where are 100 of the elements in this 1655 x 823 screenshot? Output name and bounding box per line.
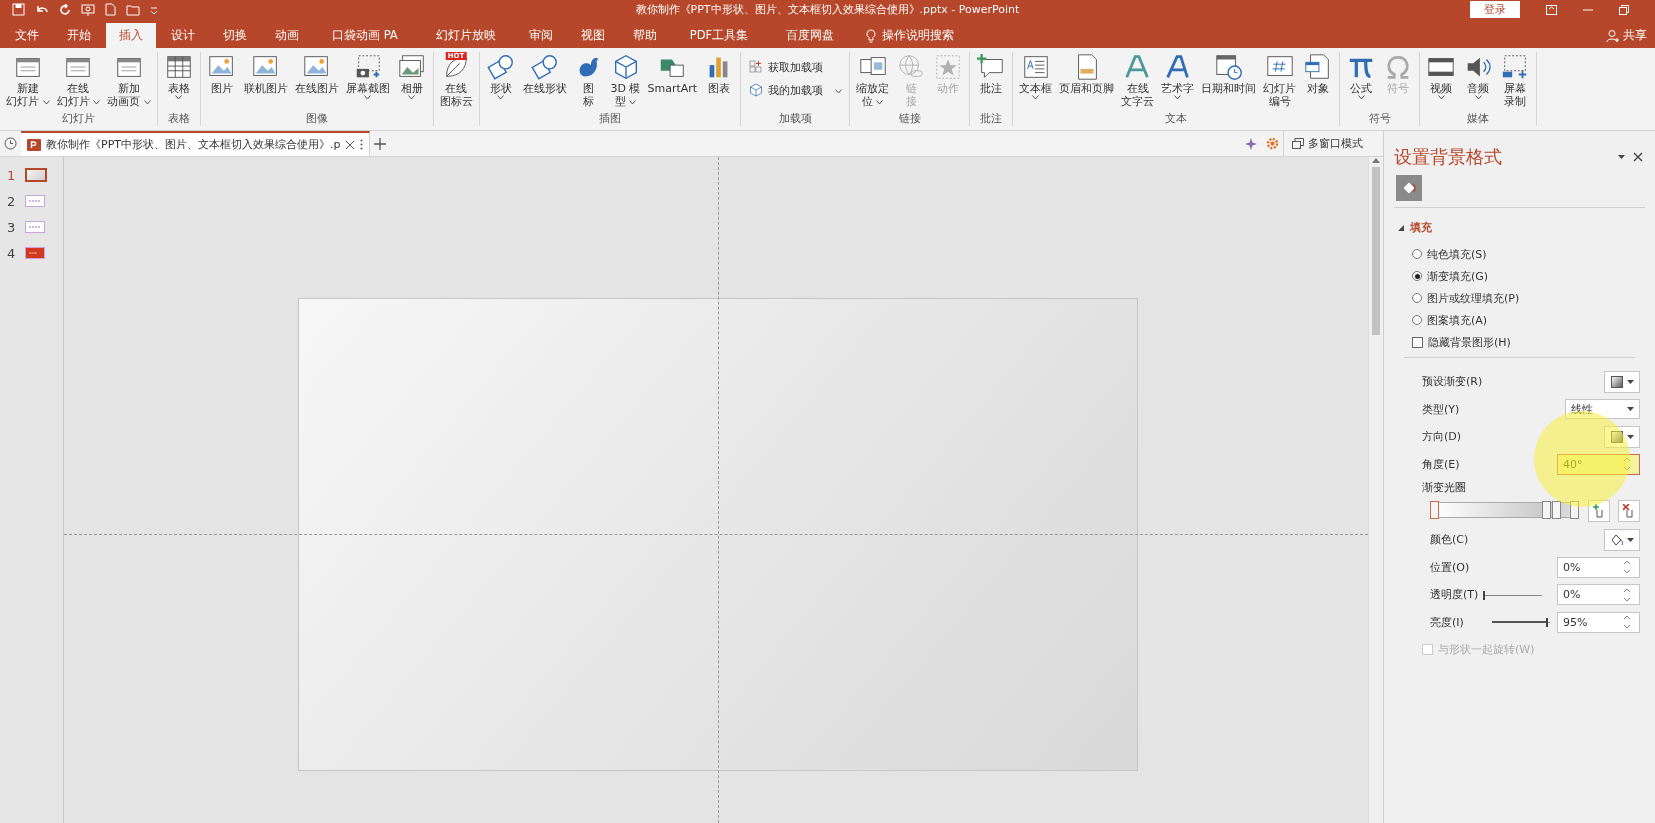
spin-field[interactable]: 0%	[1557, 584, 1640, 606]
slide-thumbnail[interactable]	[25, 195, 45, 207]
gradient-stop[interactable]	[1430, 501, 1439, 519]
ribbon-display-icon[interactable]	[1546, 4, 1557, 15]
menu-tab[interactable]: 文件	[2, 23, 52, 48]
preset-gradient-button[interactable]	[1604, 370, 1640, 393]
dropdown-arrow-icon	[1626, 537, 1634, 542]
ribbon-command[interactable]: 图片	[203, 52, 240, 95]
checkbox[interactable]	[1412, 336, 1423, 348]
ribbon-command[interactable]: 获取加载项	[744, 56, 828, 78]
minimize-icon[interactable]	[1583, 8, 1593, 11]
multi-window-button[interactable]: 多窗口模式	[1283, 131, 1371, 156]
spin-field[interactable]: 0%	[1557, 556, 1640, 578]
ribbon-command[interactable]: 艺术字	[1158, 52, 1198, 100]
scrollbar-thumb[interactable]	[1372, 167, 1380, 335]
login-button[interactable]: 登录	[1470, 1, 1520, 18]
radio-option[interactable]: 图案填充(A)	[1412, 313, 1488, 327]
ribbon-command[interactable]: 页眉和页脚	[1056, 52, 1118, 95]
shapes-icon	[485, 52, 516, 82]
gradient-stop[interactable]	[1551, 501, 1561, 519]
ribbon-command[interactable]: SmartArt	[644, 52, 701, 95]
ribbon-command[interactable]: 屏幕截图	[342, 52, 393, 100]
group-label: 加载项	[777, 112, 813, 126]
menu-tab[interactable]: PDF工具集	[671, 23, 767, 48]
radio-option[interactable]: 纯色填充(S)	[1412, 247, 1487, 261]
type-select[interactable]: 线性	[1565, 399, 1640, 420]
slide-number: 3	[7, 219, 17, 235]
ribbon-command[interactable]: 相册	[393, 52, 430, 100]
ribbon-command[interactable]: 3D 模 型	[607, 52, 644, 108]
radio-option[interactable]: 渐变填充(G)	[1412, 269, 1489, 283]
menu-tab[interactable]: 设计	[158, 23, 208, 48]
presentation-icon	[81, 3, 95, 16]
fill-tab[interactable]	[1396, 175, 1422, 201]
group-label: 文本	[1164, 112, 1189, 126]
share-button[interactable]: 共享	[1600, 23, 1655, 48]
ribbon-command[interactable]: 图表	[701, 52, 738, 95]
shapes-icon	[529, 52, 560, 82]
ribbon-command[interactable]: 在线 文字云	[1118, 52, 1158, 108]
ribbon-command[interactable]: 缩放定 位	[853, 52, 893, 108]
menu-tab[interactable]: 幻灯片放映	[417, 23, 514, 48]
section-header[interactable]: 填充	[1398, 220, 1432, 235]
radio-circle[interactable]	[1412, 293, 1422, 303]
remove-stop-button[interactable]	[1618, 500, 1640, 522]
direction-button[interactable]	[1604, 425, 1640, 448]
menu-tab[interactable]: 审阅	[515, 23, 566, 48]
ribbon-command[interactable]: 文本框	[1016, 52, 1056, 100]
slide-number: 4	[7, 245, 17, 261]
ribbon-command[interactable]: 公式	[1343, 52, 1380, 100]
ribbon-command[interactable]: 屏幕 录制	[1497, 52, 1534, 108]
ribbon-command[interactable]: 视频	[1423, 52, 1460, 100]
slide-thumbnail[interactable]	[25, 247, 45, 259]
ribbon-command[interactable]: 音频	[1460, 52, 1497, 100]
group-label: 链接	[897, 112, 922, 126]
document-tab[interactable]: 教你制作《PPT中形状、图片、文本框切入效果综合使用》.p	[21, 131, 371, 156]
ribbon-command[interactable]: 日期和时间	[1198, 52, 1260, 95]
slide-thumbnail[interactable]	[25, 221, 45, 233]
menu-tab[interactable]: 视图	[567, 23, 618, 48]
menu-tab[interactable]: 帮助	[619, 23, 670, 48]
menu-tab[interactable]: 开始	[54, 23, 104, 48]
menu-tab[interactable]: 插入	[106, 23, 156, 48]
radio-circle[interactable]	[1412, 249, 1422, 259]
group-label: 媒体	[1466, 112, 1491, 126]
menu-tab[interactable]: 百度网盘	[768, 23, 853, 48]
radio-circle[interactable]	[1412, 271, 1422, 281]
menu-tab[interactable]: 动画	[262, 23, 312, 48]
ribbon-command[interactable]: 新建 幻灯片	[3, 52, 53, 108]
ribbon-command[interactable]: 表格	[160, 52, 197, 100]
gradient-stop[interactable]	[1570, 501, 1579, 519]
brightness-slider[interactable]	[1491, 617, 1550, 628]
ribbon-command[interactable]: 形状	[482, 52, 519, 100]
restore-icon[interactable]	[1619, 4, 1629, 15]
scrollbar[interactable]	[1368, 157, 1383, 823]
dropdown-arrow-icon	[1626, 379, 1634, 384]
color-button[interactable]	[1604, 528, 1640, 551]
radio-option[interactable]: 图片或纹理填充(P)	[1412, 291, 1520, 305]
ribbon-command[interactable]: 对象	[1300, 52, 1337, 95]
add-stop-button[interactable]	[1588, 500, 1610, 522]
field-label: 位置(O)	[1430, 559, 1470, 575]
ribbon-command[interactable]: 在线 幻灯片	[53, 52, 103, 108]
ribbon-command[interactable]: 我的加载项	[744, 79, 847, 101]
tell-me-search[interactable]: 操作说明搜索	[860, 23, 961, 48]
add-stop-icon	[1593, 504, 1605, 518]
ribbon-command[interactable]: 新加 动画页	[104, 52, 154, 108]
radio-circle[interactable]	[1412, 315, 1422, 325]
ribbon-command[interactable]: 图 标	[570, 52, 607, 108]
transparency-slider[interactable]	[1484, 589, 1543, 600]
ribbon-command[interactable]: 联机图片	[240, 52, 291, 95]
menu-tab[interactable]: 口袋动画 PA	[314, 23, 416, 48]
checkbox-option[interactable]: 隐藏背景图形(H)	[1412, 335, 1511, 349]
ribbon-command[interactable]: 批注	[973, 52, 1010, 95]
group-label: 表格	[166, 112, 191, 126]
customize-icon	[150, 5, 158, 14]
ribbon-command[interactable]: 在线图片	[291, 52, 342, 95]
ribbon-command[interactable]: 幻灯片 编号	[1260, 52, 1300, 108]
menu-tab[interactable]: 切换	[210, 23, 260, 48]
redo-icon	[59, 3, 71, 16]
gradient-stop[interactable]	[1542, 501, 1551, 519]
ribbon-command[interactable]: 在线形状	[519, 52, 570, 95]
spin-field[interactable]: 95%	[1557, 611, 1640, 633]
slide-thumbnail[interactable]	[25, 168, 47, 182]
